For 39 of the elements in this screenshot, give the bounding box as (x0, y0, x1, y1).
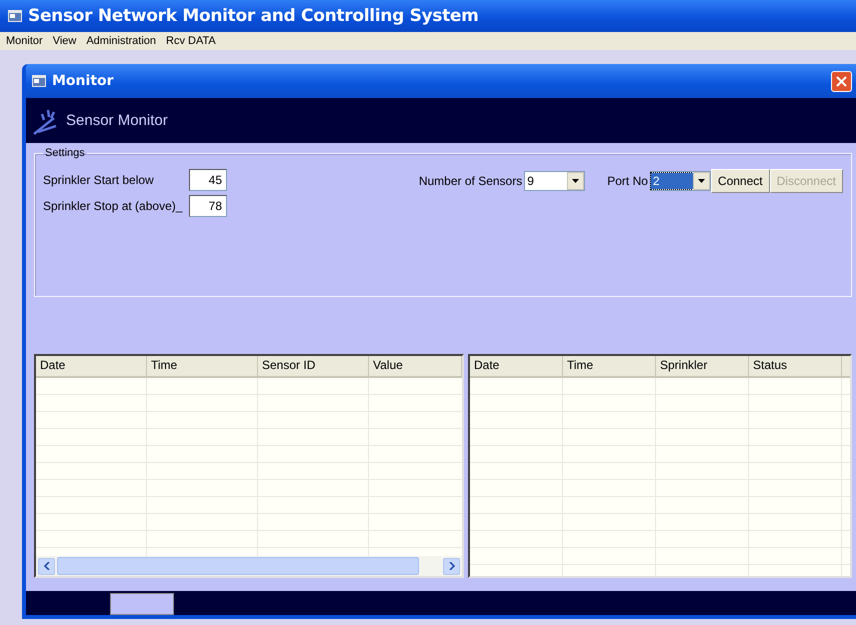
scroll-left-button[interactable] (38, 558, 55, 574)
field-label: Number of Sensors (418, 174, 522, 188)
column-header[interactable]: Date (36, 356, 147, 376)
dropdown-button[interactable] (692, 172, 710, 190)
column-header[interactable]: Time (563, 356, 656, 376)
column-header[interactable]: Time (147, 356, 258, 376)
number-field[interactable]: 45 (189, 169, 227, 191)
menu-item[interactable]: View (52, 35, 76, 48)
action-button[interactable]: Connect (710, 169, 770, 193)
field-label: Sprinkler Stop at (above)_ (43, 199, 184, 213)
banner-title: Sensor Monitor (66, 112, 168, 129)
group-title: Settings (44, 147, 86, 159)
column-header[interactable]: Value (369, 356, 462, 376)
data-grid[interactable]: Date Time Sprinkler Status (468, 354, 852, 578)
close-icon (836, 76, 847, 86)
window-icon (32, 75, 46, 87)
column-header[interactable]: Sprinkler (656, 356, 749, 376)
caret-icon (572, 179, 580, 183)
data-grid[interactable]: Date Time Sensor ID Value (34, 354, 464, 578)
column-header[interactable]: Date (470, 356, 563, 376)
close-button[interactable] (831, 70, 852, 92)
window-icon (8, 10, 22, 22)
dropdown[interactable]: 2 (650, 171, 711, 191)
number-field[interactable]: 78 (189, 195, 227, 217)
scroll-right-button[interactable] (443, 558, 460, 574)
window-title: Sensor Network Monitor and Controlling System (28, 6, 479, 26)
dropdown-button[interactable] (567, 172, 584, 190)
column-header[interactable]: Sensor ID (258, 356, 369, 376)
caret-icon (698, 179, 705, 183)
menu-item[interactable]: Monitor (6, 35, 43, 48)
column-header[interactable]: Status (749, 356, 842, 376)
menu-item[interactable]: Administration (86, 35, 156, 48)
chevron-left-icon (44, 562, 50, 570)
field-label: Sprinkler Start below (43, 173, 155, 187)
chevron-right-icon (448, 562, 454, 570)
dropdown[interactable]: 9 (524, 171, 586, 191)
menu-item[interactable]: Rcv DATA (166, 35, 216, 48)
field-label: Port No (607, 174, 648, 188)
window-title: Monitor (52, 73, 115, 89)
